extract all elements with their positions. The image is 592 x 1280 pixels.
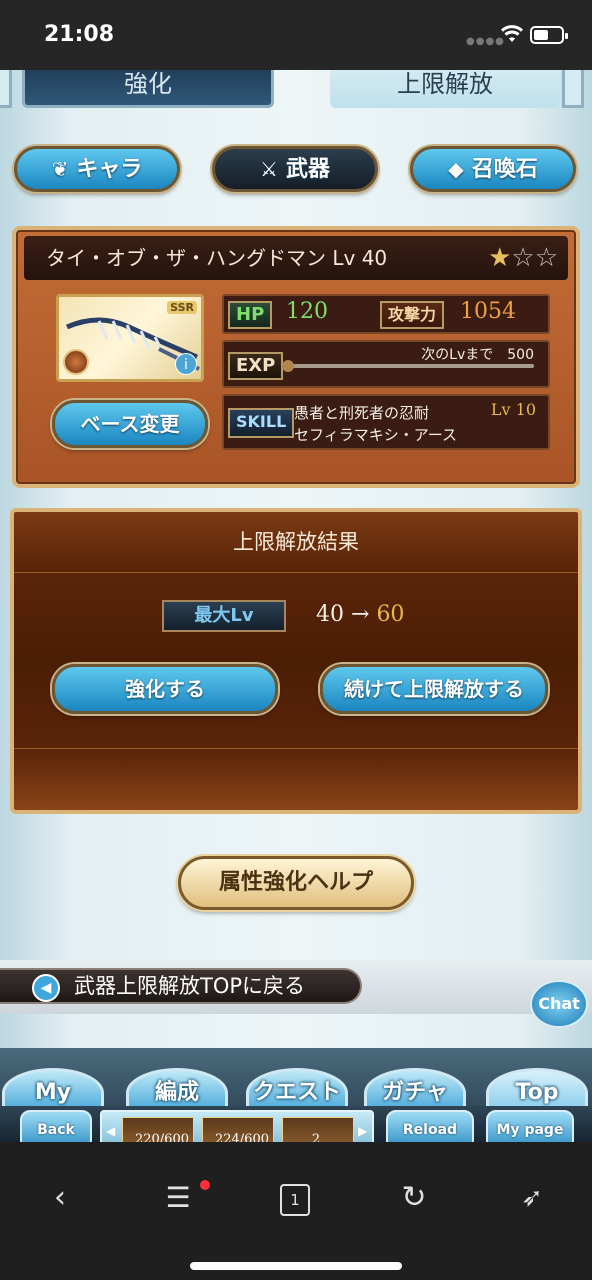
category-chara-button[interactable]: ❦ キャラ — [14, 146, 180, 192]
wings-icon: ❦ — [51, 157, 69, 181]
crystal-icon: ◆ — [448, 157, 464, 181]
battery-icon — [530, 26, 568, 44]
tab-edge-left — [0, 70, 12, 108]
lv-from: 40 — [316, 602, 344, 627]
exp-label: EXP — [228, 352, 284, 380]
game-nav: My page 編成 クエスト ガチャ Top Back ◀ 220/600 2… — [0, 1028, 592, 1142]
menu-icon[interactable]: ☰ — [158, 1178, 198, 1218]
status-bar: 21:08 ●●●● — [0, 0, 592, 70]
skill-lv: Lv 10 — [490, 400, 536, 419]
divider — [14, 748, 578, 749]
lv-to: 60 — [376, 602, 405, 627]
crossed-swords-icon: ⚔ — [260, 157, 278, 181]
weapon-image[interactable]: SSR i — [56, 294, 204, 382]
weapon-name: タイ・オブ・ザ・ハングドマン Lv 40 — [46, 246, 388, 270]
hp-label: HP — [228, 301, 273, 329]
item-bar: ◀ 220/600 224/600 2 ▶ — [100, 1110, 374, 1142]
category-weapon-button[interactable]: ⚔ 武器 — [212, 146, 378, 192]
reload-button[interactable]: Reload — [386, 1110, 474, 1142]
skill-row[interactable]: SKILL 愚者と刑死者の忍耐 Lv 10 セフィラマキシ・アース — [222, 394, 550, 450]
stats-row: HP 120 攻撃力 1054 — [222, 294, 550, 334]
category-weapon-label: 武器 — [285, 157, 330, 182]
weapon-title-bar: タイ・オブ・ザ・ハングドマン Lv 40 ★☆☆ — [24, 236, 568, 280]
enhance-button[interactable]: 強化する — [52, 664, 278, 714]
item-slot-3[interactable]: 2 — [282, 1117, 354, 1142]
star-empty-icon: ☆ — [511, 243, 535, 273]
reload-icon[interactable]: ↻ — [394, 1178, 434, 1218]
chat-button[interactable]: Chat — [530, 980, 588, 1028]
category-chara-label: キャラ — [76, 157, 143, 182]
back-button[interactable]: Back — [20, 1110, 92, 1142]
mypage-small-button[interactable]: My page — [486, 1110, 574, 1142]
tab-limit-break[interactable]: 上限解放 — [330, 70, 560, 108]
browser-toolbar: ‹ ☰ 1 ↻ ➶ — [0, 1142, 592, 1280]
wifi-icon — [501, 25, 523, 42]
atk-label: 攻撃力 — [380, 301, 445, 329]
info-icon[interactable]: i — [175, 353, 197, 375]
atk-value: 1054 — [460, 299, 516, 324]
back-arrow-icon: ◀ — [32, 974, 60, 1002]
home-indicator — [190, 1262, 402, 1270]
tab-enhance[interactable]: 強化 — [22, 70, 274, 108]
left-arrow-icon[interactable]: ◀ — [106, 1124, 115, 1138]
back-to-top-bar: ◀ 武器上限解放TOPに戻る — [0, 960, 592, 1014]
element-icon — [63, 349, 89, 375]
rarity-stars: ★☆☆ — [488, 236, 558, 280]
weapon-panel: タイ・オブ・ザ・ハングドマン Lv 40 ★☆☆ SSR i ベース変更 HP … — [12, 226, 580, 488]
category-summon-label: 召喚石 — [471, 157, 538, 182]
result-title: 上限解放結果 — [233, 530, 359, 554]
result-panel: 上限解放結果 最大Lv 40 → 60 強化する 続けて上限解放する — [10, 508, 582, 814]
right-arrow-icon[interactable]: ▶ — [358, 1124, 367, 1138]
max-lv-label: 最大Lv — [162, 600, 286, 632]
category-summon-button[interactable]: ◆ 召喚石 — [410, 146, 576, 192]
back-to-top-link[interactable]: ◀ 武器上限解放TOPに戻る — [0, 968, 362, 1004]
exp-bar-knob — [282, 360, 294, 372]
ssr-badge: SSR — [167, 301, 197, 314]
next-lv-text: 次のLvまで 500 — [421, 347, 534, 363]
continue-limit-break-button[interactable]: 続けて上限解放する — [320, 664, 548, 714]
rocket-icon[interactable]: ➶ — [512, 1178, 552, 1218]
top-tabs: 強化 上限解放 — [0, 70, 592, 116]
item-slot-2[interactable]: 224/600 — [202, 1117, 274, 1142]
lv-arrow: → — [351, 602, 370, 627]
tabs-icon[interactable]: 1 — [280, 1184, 310, 1216]
exp-bar — [282, 360, 534, 372]
star-filled-icon: ★ — [488, 243, 512, 273]
back-icon[interactable]: ‹ — [40, 1178, 80, 1218]
status-time: 21:08 — [44, 22, 115, 47]
skill-label: SKILL — [228, 408, 295, 438]
notification-dot — [200, 1180, 210, 1190]
tab-edge-right — [562, 70, 584, 108]
exp-row: EXP 次のLvまで 500 — [222, 340, 550, 388]
divider — [14, 572, 578, 573]
attribute-help-button[interactable]: 属性強化ヘルプ — [178, 856, 414, 910]
star-empty-icon: ☆ — [534, 243, 558, 273]
skill-name-2: セフィラマキシ・アース — [294, 426, 458, 444]
hp-value: 120 — [286, 299, 328, 324]
item-slot-1[interactable]: 220/600 — [122, 1117, 194, 1142]
game-screen: 強化 上限解放 ❦ キャラ ⚔ 武器 ◆ 召喚石 タイ・オブ・ザ・ハングドマン Lv … — [0, 70, 592, 1142]
base-change-button[interactable]: ベース変更 — [52, 400, 208, 448]
back-to-top-label: 武器上限解放TOPに戻る — [74, 974, 306, 998]
skill-name-1: 愚者と刑死者の忍耐 — [294, 404, 430, 422]
level-change: 40 → 60 — [316, 602, 404, 627]
